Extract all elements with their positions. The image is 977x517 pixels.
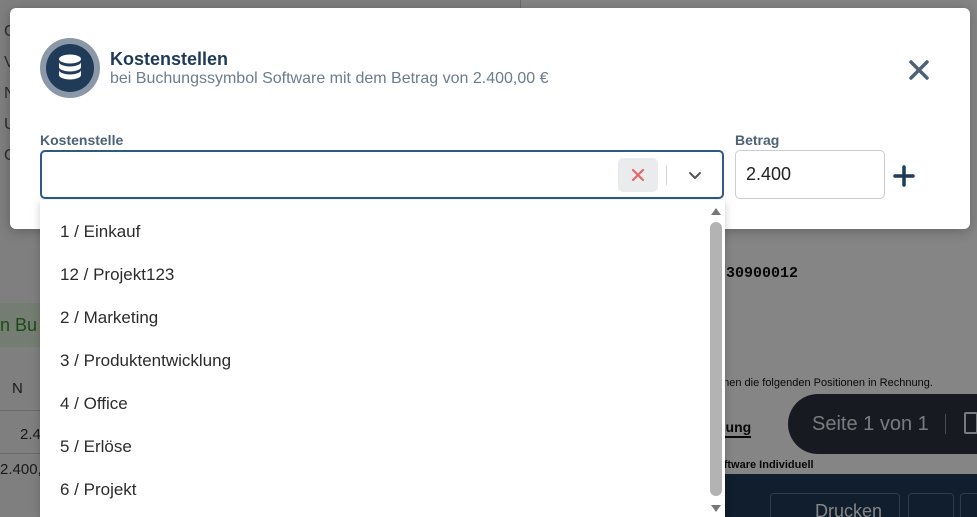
scrollbar-track[interactable] xyxy=(710,222,722,496)
kostenstelle-label: Kostenstelle xyxy=(40,132,124,148)
add-button[interactable] xyxy=(890,162,918,190)
dropdown-option[interactable]: 6 / Projekt xyxy=(40,468,725,511)
scroll-down-icon xyxy=(711,505,721,512)
dropdown-option[interactable]: 12 / Projekt123 xyxy=(40,253,725,296)
scrollbar-thumb[interactable] xyxy=(710,222,722,496)
dropdown-option[interactable]: 3 / Produktentwicklung xyxy=(40,339,725,382)
scroll-down-button[interactable] xyxy=(709,502,723,514)
close-icon xyxy=(909,60,929,80)
close-button[interactable] xyxy=(903,54,935,86)
clear-x-icon xyxy=(631,168,645,182)
dropdown-option[interactable]: 4 / Office xyxy=(40,382,725,425)
betrag-input[interactable] xyxy=(735,150,885,199)
scroll-up-icon xyxy=(711,208,721,215)
cost-center-modal: Kostenstellen bei Buchungssymbol Softwar… xyxy=(10,8,970,229)
betrag-label: Betrag xyxy=(735,132,780,148)
kostenstelle-select[interactable] xyxy=(40,150,724,199)
modal-subtitle: bei Buchungssymbol Software mit dem Betr… xyxy=(110,70,549,87)
modal-title: Kostenstellen xyxy=(110,49,229,69)
dropdown-toggle-button[interactable] xyxy=(682,162,708,188)
select-separator xyxy=(666,165,667,185)
database-icon-glyph xyxy=(59,54,81,80)
kostenstelle-dropdown: 1 / Einkauf 12 / Projekt123 2 / Marketin… xyxy=(40,200,725,517)
scroll-up-button[interactable] xyxy=(709,204,723,216)
clear-selection-button[interactable] xyxy=(618,158,658,192)
kostenstelle-input[interactable] xyxy=(52,162,612,188)
dropdown-option[interactable]: 5 / Erlöse xyxy=(40,425,725,468)
option-list: 1 / Einkauf 12 / Projekt123 2 / Marketin… xyxy=(40,200,725,511)
plus-icon xyxy=(893,165,915,187)
dropdown-option[interactable]: 1 / Einkauf xyxy=(40,210,725,253)
database-icon xyxy=(40,38,100,98)
chevron-down-icon xyxy=(689,172,701,179)
dropdown-option[interactable]: 2 / Marketing xyxy=(40,296,725,339)
